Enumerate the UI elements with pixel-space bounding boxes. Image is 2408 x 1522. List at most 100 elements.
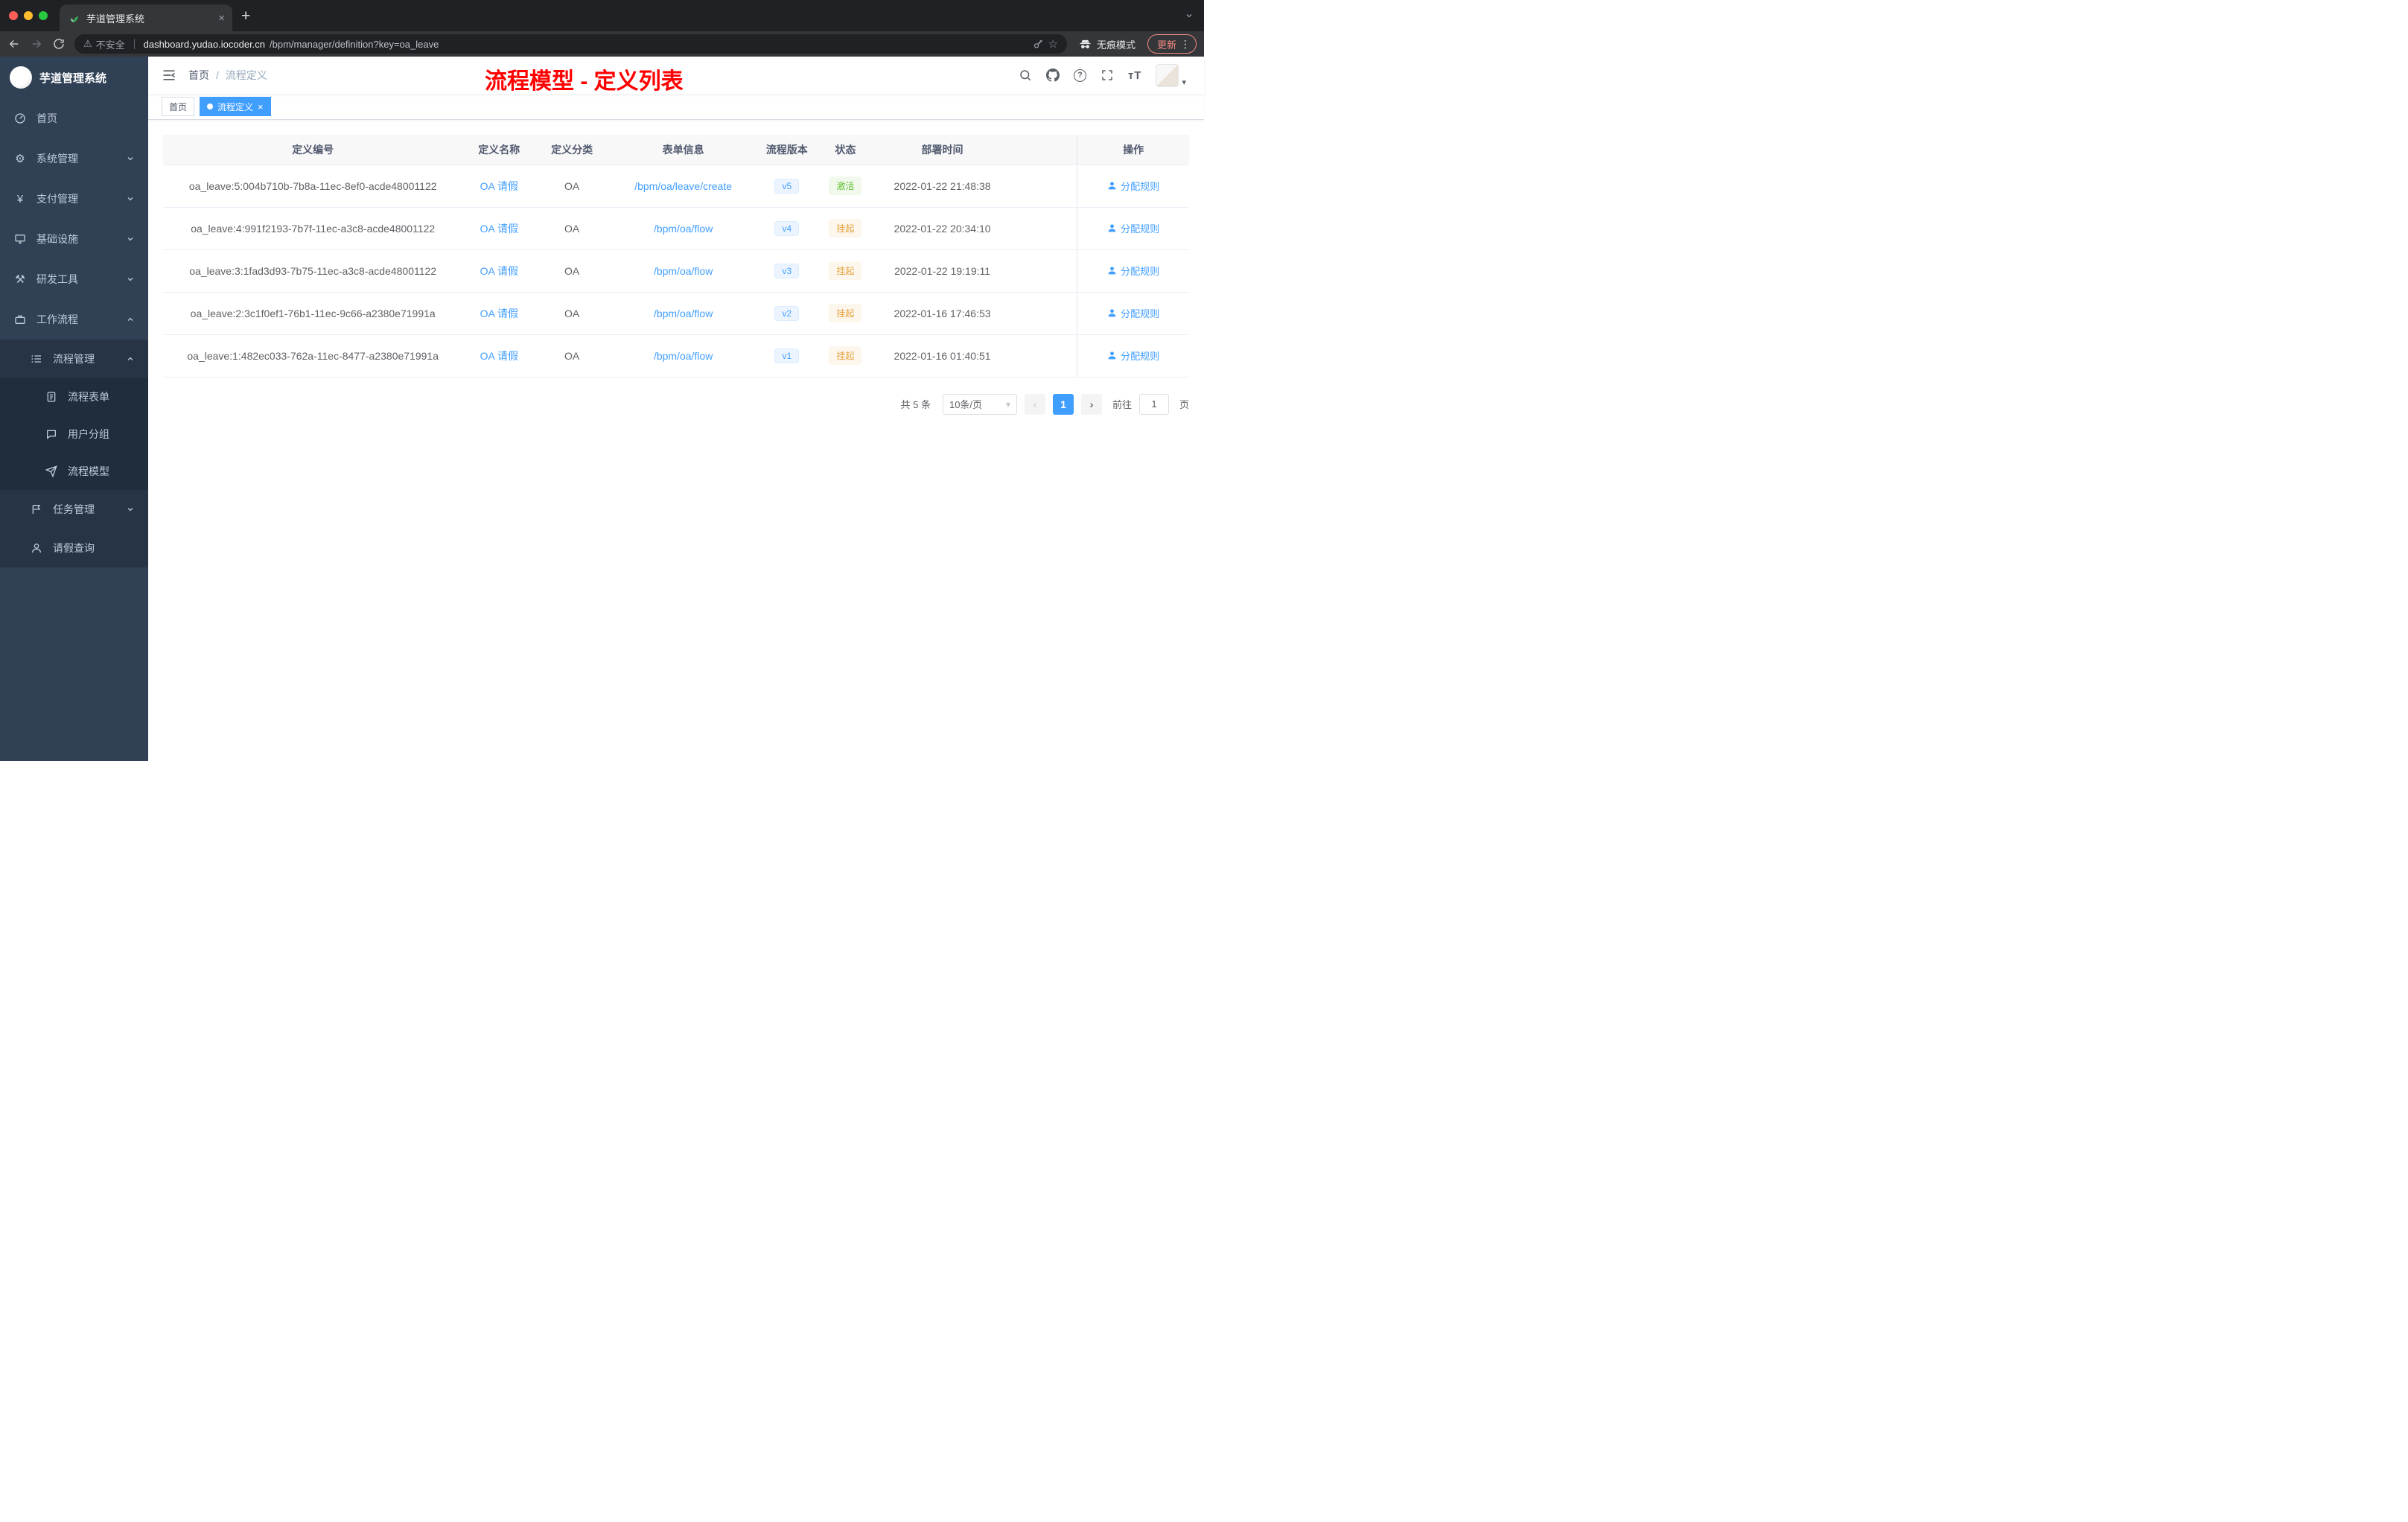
col-spacer (1009, 135, 1077, 165)
cell-time: 2022-01-22 19:19:11 (875, 249, 1010, 293)
url-divider (133, 39, 135, 49)
next-page-button[interactable]: › (1080, 393, 1102, 415)
table-row: oa_leave:3:1fad3d93-7b75-11ec-a3c8-acde4… (163, 249, 1189, 293)
browser-menu-icon[interactable]: ⋮ (1180, 38, 1191, 51)
assign-rule-button[interactable]: 分配规则 (1107, 179, 1159, 193)
definition-name-link[interactable]: OA 请假 (480, 308, 518, 319)
warning-icon: ⚠ (83, 38, 92, 49)
person-icon (1108, 267, 1116, 275)
reload-icon[interactable] (52, 37, 66, 51)
status-badge: 挂起 (829, 219, 862, 238)
monitor-icon (13, 233, 27, 245)
app-logo: 芋道管理系统 (0, 57, 148, 98)
app: 芋道管理系统 首页 ⚙ 系统管理 ¥ 支付管理 基础设施 ⚒ 研发工具 工作流程… (0, 57, 1204, 761)
tag-process-definition[interactable]: 流程定义 × (200, 97, 271, 116)
forward-icon[interactable] (30, 37, 43, 51)
tag-close-icon[interactable]: × (258, 102, 264, 112)
sidebar-item-leave-query[interactable]: 请假查询 (0, 529, 148, 567)
user-menu[interactable]: ▾ (1156, 63, 1186, 87)
assign-rule-button[interactable]: 分配规则 (1107, 221, 1159, 235)
sidebar-item-payment[interactable]: ¥ 支付管理 (0, 179, 148, 219)
col-id: 定义编号 (163, 135, 463, 165)
form-link[interactable]: /bpm/oa/flow (654, 223, 713, 235)
goto-page-input[interactable] (1138, 393, 1169, 415)
status-badge: 挂起 (829, 346, 862, 365)
address-bar[interactable]: ⚠ 不安全 dashboard.yudao.iocoder.cn /bpm/ma… (74, 34, 1067, 54)
sidebar-item-devtools[interactable]: ⚒ 研发工具 (0, 259, 148, 299)
page-1-button[interactable]: 1 (1052, 393, 1074, 415)
form-link[interactable]: /bpm/oa/flow (654, 308, 713, 319)
gear-icon: ⚙ (15, 153, 25, 165)
person-icon (1108, 182, 1116, 190)
assign-rule-button[interactable]: 分配规则 (1107, 264, 1159, 278)
minimize-window-button[interactable] (24, 11, 33, 20)
fullscreen-icon[interactable] (1101, 69, 1114, 82)
password-key-icon[interactable] (1033, 39, 1044, 50)
goto-unit-label: 页 (1179, 399, 1189, 410)
sidebar-item-process-form[interactable]: 流程表单 (0, 378, 148, 415)
col-name: 定义名称 (462, 135, 536, 165)
breadcrumb-home[interactable]: 首页 (188, 68, 209, 83)
sidebar-item-user-group[interactable]: 用户分组 (0, 415, 148, 453)
bookmark-star-icon[interactable]: ☆ (1048, 37, 1058, 51)
tools-icon: ⚒ (15, 273, 25, 286)
assign-rule-button[interactable]: 分配规则 (1107, 306, 1159, 320)
form-link[interactable]: /bpm/oa/leave/create (634, 180, 732, 192)
url-path: /bpm/manager/definition?key=oa_leave (270, 38, 439, 50)
tab-close-icon[interactable]: × (218, 12, 225, 25)
insecure-warning[interactable]: ⚠ 不安全 (83, 37, 125, 51)
form-link[interactable]: /bpm/oa/flow (654, 265, 713, 277)
page-size-select[interactable]: 10条/页 ▾ (942, 393, 1017, 415)
sidebar-item-process-model[interactable]: 流程模型 (0, 453, 148, 490)
user-avatar[interactable] (1156, 63, 1179, 87)
cell-category: OA (535, 207, 609, 250)
zoom-window-button[interactable] (39, 11, 48, 20)
definition-name-link[interactable]: OA 请假 (480, 223, 518, 235)
sidebar-item-task-management[interactable]: 任务管理 (0, 490, 148, 529)
definition-name-link[interactable]: OA 请假 (480, 265, 518, 277)
document-icon (45, 391, 58, 403)
chevron-up-icon (126, 315, 135, 324)
new-tab-button[interactable]: + (241, 8, 250, 24)
sidebar-item-home[interactable]: 首页 (0, 98, 148, 138)
chat-bubble-icon (45, 428, 58, 440)
help-icon[interactable]: ? (1073, 69, 1086, 82)
prev-page-button[interactable]: ‹ (1024, 393, 1045, 415)
form-link[interactable]: /bpm/oa/flow (654, 350, 713, 362)
chevron-down-icon (126, 505, 135, 514)
github-icon[interactable] (1045, 69, 1060, 82)
definition-name-link[interactable]: OA 请假 (480, 350, 518, 362)
col-category: 定义分类 (535, 135, 609, 165)
close-window-button[interactable] (9, 11, 18, 20)
sidebar-item-process-management[interactable]: 流程管理 (0, 340, 148, 378)
sidebar-item-system[interactable]: ⚙ 系统管理 (0, 138, 148, 179)
search-icon[interactable] (1019, 69, 1032, 82)
person-icon (1108, 224, 1116, 232)
sidebar-item-infrastructure[interactable]: 基础设施 (0, 219, 148, 259)
font-size-icon[interactable]: тT (1128, 69, 1142, 82)
active-dot (207, 104, 214, 109)
breadcrumb: 首页 / 流程定义 (188, 68, 267, 83)
col-action: 操作 (1077, 135, 1189, 165)
status-badge: 挂起 (829, 304, 862, 322)
hamburger-icon[interactable] (162, 68, 176, 83)
tab-search-icon[interactable] (1185, 11, 1194, 20)
status-badge: 挂起 (829, 261, 862, 280)
definition-name-link[interactable]: OA 请假 (480, 180, 518, 192)
assign-rule-button[interactable]: 分配规则 (1107, 348, 1159, 363)
back-icon[interactable] (7, 37, 21, 51)
cell-id: oa_leave:4:991f2193-7b7f-11ec-a3c8-acde4… (163, 207, 463, 250)
logo-avatar (10, 66, 32, 89)
cell-category: OA (535, 292, 609, 335)
sidebar-item-workflow[interactable]: 工作流程 (0, 299, 148, 340)
browser-toolbar: ⚠ 不安全 dashboard.yudao.iocoder.cn /bpm/ma… (0, 31, 1204, 57)
tag-home[interactable]: 首页 (162, 97, 195, 116)
update-button[interactable]: 更新 ⋮ (1147, 34, 1197, 54)
chevron-down-icon (126, 194, 135, 203)
person-icon (30, 542, 43, 554)
url-host: dashboard.yudao.iocoder.cn (143, 38, 266, 50)
pagination: 共 5 条 10条/页 ▾ ‹ 1 › 前往 页 (163, 393, 1189, 415)
cell-id: oa_leave:5:004b710b-7b8a-11ec-8ef0-acde4… (163, 165, 463, 208)
table-row: oa_leave:1:482ec033-762a-11ec-8477-a2380… (163, 334, 1189, 378)
browser-tab[interactable]: 芋道管理系统 × (60, 4, 232, 31)
